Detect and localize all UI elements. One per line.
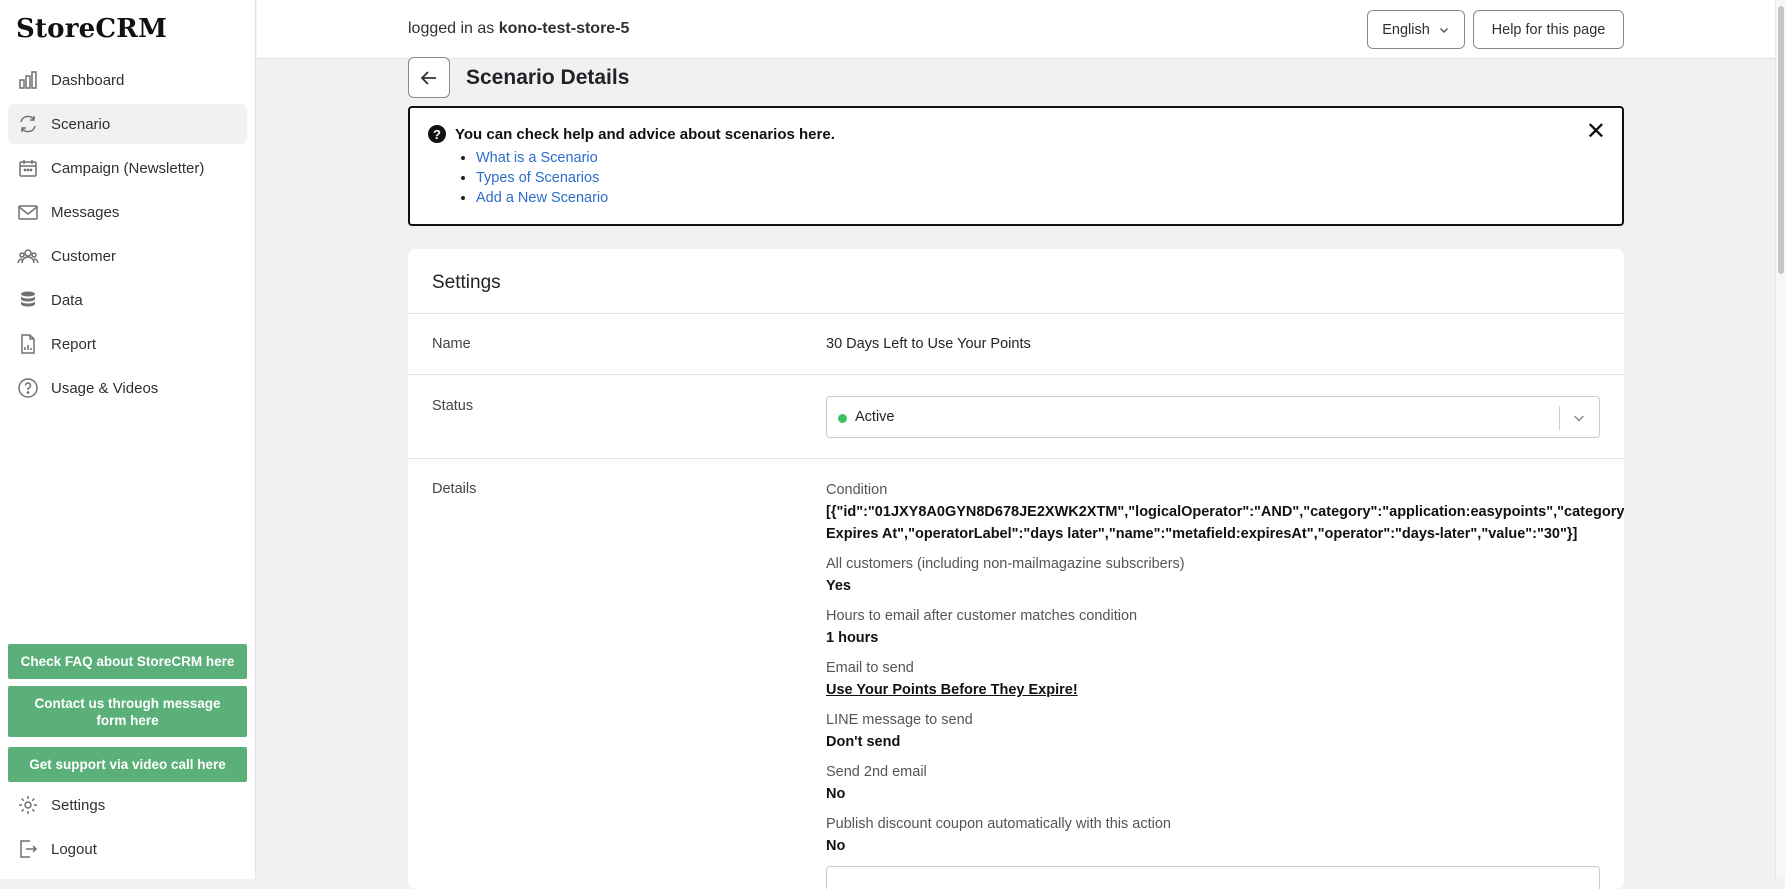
topbar: logged in as kono-test-store-5 English H… <box>257 0 1785 59</box>
sidebar-item-messages[interactable]: Messages <box>8 192 247 232</box>
divider <box>408 313 1624 314</box>
name-value: 30 Days Left to Use Your Points <box>826 336 1031 352</box>
list-item: Add a New Scenario <box>476 188 608 208</box>
line-message-group: LINE message to send Don't send <box>826 709 1624 753</box>
sidebar-item-label: Customer <box>51 247 117 265</box>
arrow-left-icon <box>419 68 439 88</box>
coupon-label: Publish discount coupon automatically wi… <box>826 816 1171 832</box>
sidebar-item-customer[interactable]: Customer <box>8 236 247 276</box>
question-icon: ? <box>428 125 446 143</box>
sidebar-item-data[interactable]: Data <box>8 280 247 320</box>
sidebar: StoreCRM Dashboard Scenario Campaign (Ne… <box>0 0 256 879</box>
email-group: Email to send Use Your Points Before The… <box>826 657 1624 701</box>
all-customers-label: All customers (including non-mailmagazin… <box>826 556 1185 572</box>
faq-support-button[interactable]: Check FAQ about StoreCRM here <box>8 644 247 679</box>
settings-card: Settings Name 30 Days Left to Use Your P… <box>408 249 1624 889</box>
email-link[interactable]: Use Your Points Before They Expire! <box>826 679 1624 701</box>
database-icon <box>17 289 39 311</box>
sidebar-item-label: Campaign (Newsletter) <box>51 159 205 177</box>
help-link-types-of-scenarios[interactable]: Types of Scenarios <box>476 170 599 186</box>
divider <box>408 374 1624 375</box>
close-icon[interactable]: ✕ <box>1586 120 1606 144</box>
all-customers-value: Yes <box>826 578 851 594</box>
details-list: Condition [{"id":"01JXY8A0GYN8D678JE2XWK… <box>826 479 1624 865</box>
document-icon <box>17 333 39 355</box>
hours-value: 1 hours <box>826 630 879 646</box>
line-message-label: LINE message to send <box>826 712 973 728</box>
chevron-down-icon <box>1571 410 1587 426</box>
status-dot-icon <box>838 414 847 423</box>
help-link-what-is-scenario[interactable]: What is a Scenario <box>476 150 598 166</box>
refresh-icon <box>17 113 39 135</box>
condition-value-line2: Expires At","operatorLabel":"days later"… <box>826 526 1578 542</box>
condition-value-line1: [{"id":"01JXY8A0GYN8D678JE2XWK2XTM","log… <box>826 504 1624 520</box>
sidebar-item-settings[interactable]: Settings <box>8 785 247 825</box>
sidebar-item-label: Messages <box>51 203 120 221</box>
status-value: Active <box>855 409 895 425</box>
help-for-page-button[interactable]: Help for this page <box>1473 10 1624 49</box>
second-email-group: Send 2nd email No <box>826 761 1624 805</box>
hours-group: Hours to email after customer matches co… <box>826 605 1624 649</box>
second-email-value: No <box>826 786 846 802</box>
divider <box>408 458 1624 459</box>
page-title: Scenario Details <box>466 66 630 89</box>
condition-label: Condition <box>826 482 888 498</box>
sidebar-item-label: Settings <box>51 796 106 814</box>
status-select[interactable]: Active <box>826 396 1600 438</box>
sidebar-item-scenario[interactable]: Scenario <box>8 104 247 144</box>
condition-group: Condition [{"id":"01JXY8A0GYN8D678JE2XWK… <box>826 479 1624 545</box>
coupon-value: No <box>826 838 846 854</box>
sidebar-bottom-nav: Settings Logout <box>8 785 247 873</box>
details-label: Details <box>432 481 477 497</box>
app-logo[interactable]: StoreCRM <box>16 14 167 44</box>
video-call-support-button[interactable]: Get support via video call here <box>8 747 247 782</box>
list-item: What is a Scenario <box>476 148 608 168</box>
logged-in-prefix: logged in as <box>408 20 495 37</box>
calendar-icon <box>17 157 39 179</box>
sidebar-item-usage-videos[interactable]: Usage & Videos <box>8 368 247 408</box>
sidebar-item-logout[interactable]: Logout <box>8 829 247 869</box>
logged-in-status: logged in as kono-test-store-5 <box>408 20 629 38</box>
sidebar-item-label: Data <box>51 291 83 309</box>
sidebar-item-label: Report <box>51 335 97 353</box>
sidebar-item-label: Usage & Videos <box>51 379 159 397</box>
sidebar-item-dashboard[interactable]: Dashboard <box>8 60 247 100</box>
second-email-label: Send 2nd email <box>826 764 927 780</box>
sidebar-nav: Dashboard Scenario Campaign (Newsletter)… <box>8 60 247 412</box>
envelope-icon <box>17 201 39 223</box>
settings-title: Settings <box>432 272 501 293</box>
bar-chart-icon <box>17 69 39 91</box>
gear-icon <box>17 794 39 816</box>
help-banner: ? You can check help and advice about sc… <box>408 106 1624 226</box>
coupon-group: Publish discount coupon automatically wi… <box>826 813 1624 857</box>
partial-field[interactable] <box>826 866 1600 889</box>
help-links-list: What is a Scenario Types of Scenarios Ad… <box>448 148 608 208</box>
line-message-value: Don't send <box>826 734 901 750</box>
name-label: Name <box>432 336 471 352</box>
users-icon <box>17 245 39 267</box>
list-item: Types of Scenarios <box>476 168 608 188</box>
language-select[interactable]: English <box>1367 10 1465 49</box>
all-customers-group: All customers (including non-mailmagazin… <box>826 553 1624 597</box>
sidebar-item-label: Logout <box>51 840 97 858</box>
logout-icon <box>17 838 39 860</box>
chevron-down-icon <box>1438 24 1450 36</box>
email-label: Email to send <box>826 660 914 676</box>
help-banner-title: You can check help and advice about scen… <box>455 126 835 143</box>
sidebar-item-label: Scenario <box>51 115 111 133</box>
status-label: Status <box>432 398 474 414</box>
back-button[interactable] <box>408 57 450 98</box>
hours-label: Hours to email after customer matches co… <box>826 608 1138 624</box>
language-value: English <box>1382 21 1430 38</box>
divider <box>1559 406 1560 430</box>
logged-in-username: kono-test-store-5 <box>498 20 630 37</box>
sidebar-item-campaign[interactable]: Campaign (Newsletter) <box>8 148 247 188</box>
sidebar-item-label: Dashboard <box>51 71 125 89</box>
sidebar-item-report[interactable]: Report <box>8 324 247 364</box>
contact-form-support-button[interactable]: Contact us through message form here <box>8 686 247 737</box>
question-circle-icon <box>17 377 39 399</box>
help-link-add-new-scenario[interactable]: Add a New Scenario <box>476 190 608 206</box>
scrollbar-thumb[interactable] <box>1778 6 1784 274</box>
